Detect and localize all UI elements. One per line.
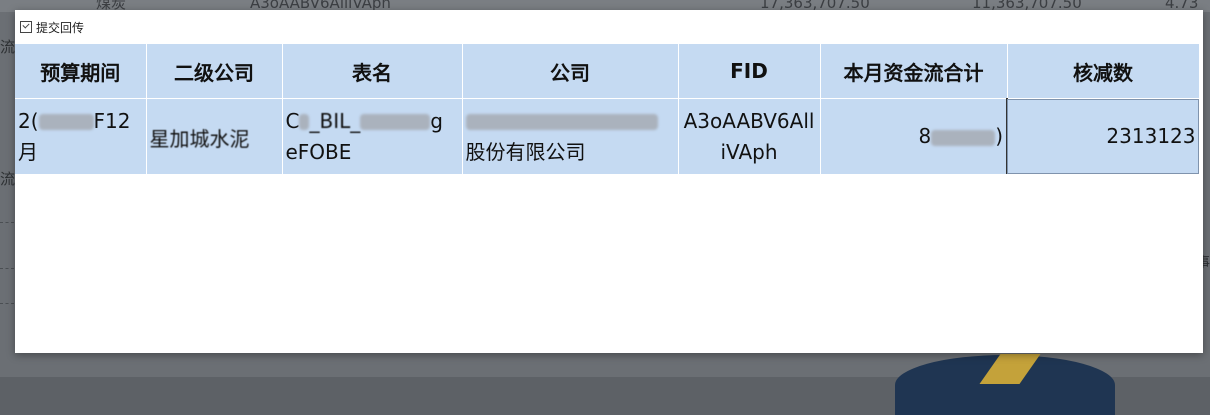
- background-divider: [0, 268, 14, 269]
- cell-fid[interactable]: A3oAABV6AlliVAph: [678, 98, 821, 174]
- redacted-text: [465, 114, 658, 130]
- redacted-text: [299, 114, 310, 130]
- reduction-text: 2313123: [1106, 124, 1196, 148]
- table-name-text: g: [430, 108, 443, 133]
- period-text: 月: [18, 139, 38, 164]
- table-name-text: eFOBE: [285, 139, 352, 164]
- redacted-text: [360, 114, 431, 130]
- background-value: 11,363,707.50: [972, 0, 1082, 12]
- column-header[interactable]: 核减数: [1007, 44, 1200, 99]
- table-header-row: 预算期间 二级公司 表名 公司 FID 本月资金流合计 核减数: [15, 44, 1200, 99]
- column-header[interactable]: 表名: [282, 44, 463, 99]
- column-header[interactable]: 公司: [462, 44, 679, 99]
- column-header[interactable]: 本月资金流合计: [820, 44, 1008, 99]
- redacted-text: [931, 129, 996, 146]
- background-divider: [0, 303, 14, 304]
- background-text: 煤炭: [96, 0, 127, 12]
- period-text: 2(: [18, 108, 39, 133]
- background-divider: [0, 222, 14, 223]
- cell-subsidiary[interactable]: 星加城水泥: [146, 98, 283, 174]
- cell-company[interactable]: 股份有限公司: [462, 98, 679, 174]
- company-text: 股份有限公司: [465, 139, 586, 164]
- table-name-text: _BIL_: [309, 108, 361, 133]
- background-fid: A3oAABV6AlliVAph: [250, 0, 391, 12]
- table-row[interactable]: 2( F12 月 星加城水泥 C _BIL_ g eFOBE 股份有限公司 A3oAA…: [15, 98, 1200, 174]
- background-text: 流: [0, 38, 16, 56]
- background-value: 17,363,707.50: [760, 0, 870, 12]
- background-text: 流: [0, 170, 16, 188]
- period-text: F12: [93, 108, 131, 133]
- cell-period[interactable]: 2( F12 月: [15, 98, 147, 174]
- fund-flow-text: ): [995, 124, 1003, 148]
- cell-reduction[interactable]: 2313123: [1006, 98, 1200, 174]
- dialog-title: 提交回传: [36, 20, 85, 35]
- cell-fund-flow-total[interactable]: 8): [820, 98, 1008, 174]
- cell-table-name[interactable]: C _BIL_ g eFOBE: [282, 98, 463, 174]
- column-header[interactable]: 预算期间: [15, 44, 147, 99]
- redacted-text: [38, 114, 94, 130]
- dialog-header: 提交回传: [15, 10, 1203, 44]
- fid-text: A3oAABV6AlliVAph: [683, 108, 815, 164]
- checklist-icon: [20, 21, 32, 33]
- fund-flow-text: 8: [918, 124, 932, 148]
- column-header[interactable]: 二级公司: [146, 44, 283, 99]
- column-header[interactable]: FID: [678, 44, 821, 99]
- submit-return-dialog: 提交回传 预算期间 二级公司 表名 公司 FID 本月资金流合计 核减数 2(…: [15, 10, 1203, 353]
- data-table: 预算期间 二级公司 表名 公司 FID 本月资金流合计 核减数 2( F12 月 …: [15, 44, 1200, 174]
- subsidiary-text: 星加城水泥: [149, 127, 250, 151]
- background-value: 4.73: [1165, 0, 1199, 12]
- table-name-text: C: [285, 108, 300, 133]
